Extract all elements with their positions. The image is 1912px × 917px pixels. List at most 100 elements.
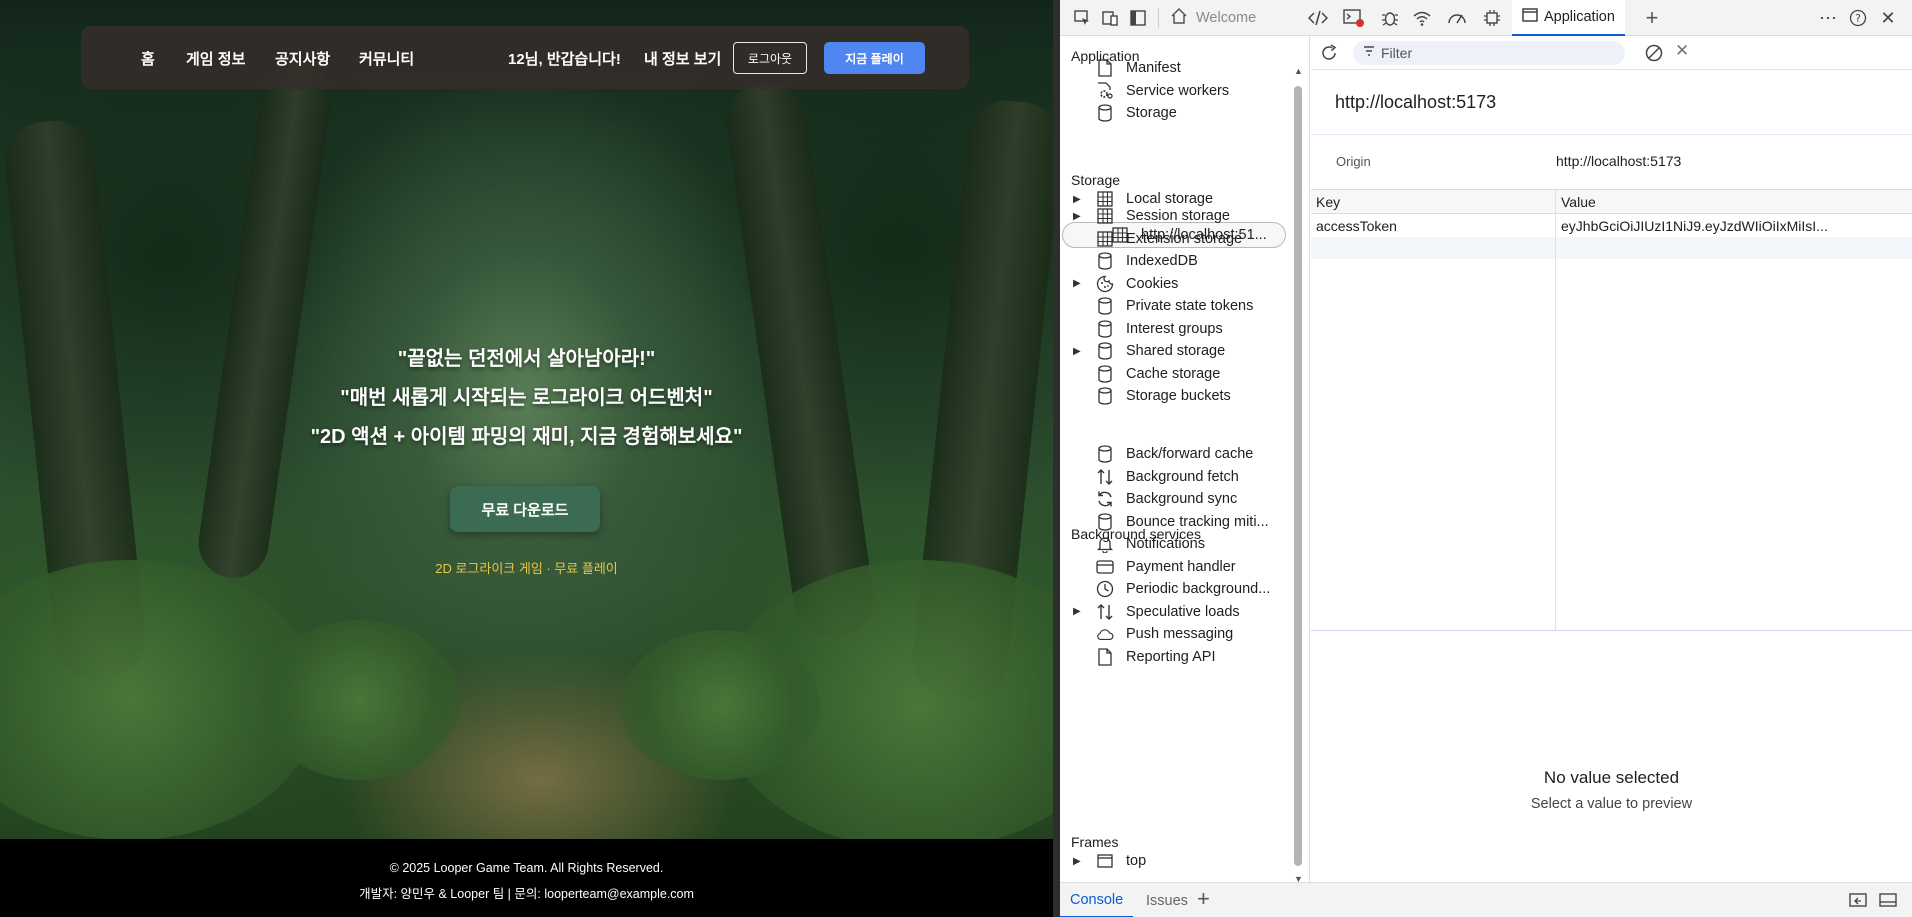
filter-icon (1363, 44, 1375, 62)
nav-community-link[interactable]: 커뮤니티 (359, 48, 414, 69)
table-row[interactable]: accessToken eyJhbGciOiJIUzI1NiJ9.eyJzdWIi… (1311, 215, 1912, 237)
my-info-link[interactable]: 내 정보 보기 (644, 48, 721, 69)
updown-arrows-icon (1096, 603, 1114, 621)
help-icon[interactable]: ? (1846, 6, 1870, 30)
console-error-icon[interactable] (1342, 6, 1366, 30)
database-icon (1096, 512, 1114, 531)
column-header-key[interactable]: Key (1316, 190, 1340, 214)
logout-button[interactable]: 로그아웃 (733, 42, 807, 74)
origin-value: http://localhost:5173 (1556, 153, 1682, 169)
hero-line-2: "매번 새롭게 시작되는 로그라이크 어드벤처" (340, 387, 713, 409)
filter-placeholder: Filter (1381, 45, 1413, 61)
sidebar-item-frame-top[interactable]: ▶ top (1060, 848, 1290, 874)
bug-icon[interactable] (1378, 6, 1402, 30)
clear-all-icon[interactable] (1644, 43, 1664, 68)
svg-text:?: ? (1855, 12, 1861, 25)
panel-splitter[interactable] (1053, 0, 1060, 917)
toggle-drawer-icon[interactable] (1878, 891, 1898, 914)
sidebar-item-label: Shared storage (1126, 343, 1226, 359)
database-icon (1096, 387, 1114, 405)
refresh-icon[interactable] (1319, 43, 1339, 68)
storage-main-pane: Filter ✕ http://localhost:5173 Origin ht… (1311, 36, 1912, 882)
sidebar-item-storage[interactable]: Storage (1060, 100, 1290, 126)
sidebar-item-label: Session storage (1126, 208, 1230, 224)
origin-title: http://localhost:5173 (1335, 92, 1497, 112)
key-value-table: Key Value accessToken eyJhbGciOiJIUzI1NiJ… (1311, 189, 1912, 631)
free-download-button[interactable]: 무료 다운로드 (450, 486, 600, 532)
table-header: Key Value (1311, 190, 1912, 214)
clock-icon (1096, 580, 1114, 598)
home-icon (1170, 7, 1188, 29)
expand-arrow-icon[interactable]: ▶ (1073, 211, 1083, 222)
tab-application[interactable]: Application (1512, 0, 1625, 36)
elements-code-icon[interactable] (1306, 6, 1330, 30)
sidebar-item-label: Reporting API (1126, 648, 1216, 665)
network-wifi-icon[interactable] (1410, 6, 1434, 30)
preview-title: No value selected (1543, 768, 1680, 787)
drawer-tab-issues[interactable]: Issues (1146, 883, 1188, 917)
footer-copyright: © 2025 Looper Game Team. All Rights Rese… (389, 861, 664, 875)
nav-home-link[interactable]: 홈 (141, 48, 155, 69)
tab-welcome[interactable]: Welcome (1170, 0, 1256, 36)
document-icon (1096, 59, 1114, 77)
expand-arrow-icon[interactable]: ▶ (1073, 606, 1083, 617)
inspect-element-icon[interactable] (1070, 6, 1094, 30)
window-icon (1096, 852, 1114, 870)
sidebar-item-label: IndexedDB (1126, 253, 1198, 269)
expand-arrow-icon[interactable]: ▶ (1073, 856, 1083, 867)
database-icon (1096, 364, 1114, 383)
sidebar-item-label: Back/forward cache (1126, 446, 1254, 462)
add-drawer-tab-icon[interactable]: + (1197, 886, 1210, 912)
updown-arrows-icon (1096, 468, 1114, 486)
hero-line-1: "끝없는 던전에서 살아남아라!" (397, 348, 656, 370)
table-cell-key[interactable]: accessToken (1316, 215, 1551, 237)
origin-label: Origin (1336, 154, 1371, 169)
sidebar-item-label: Speculative loads (1126, 603, 1240, 620)
column-header-value[interactable]: Value (1561, 190, 1596, 214)
play-now-button[interactable]: 지금 플레이 (824, 42, 925, 74)
add-tab-icon[interactable]: + (1640, 5, 1664, 30)
device-toolbar-icon[interactable] (1098, 6, 1122, 30)
database-icon (1096, 252, 1114, 270)
grid-icon (1096, 230, 1114, 248)
toggle-sidebar-icon[interactable] (1126, 6, 1150, 30)
delete-selected-icon[interactable]: ✕ (1675, 41, 1689, 61)
sidebar-item-label: Background fetch (1126, 468, 1239, 485)
scrollbar-thumb[interactable] (1294, 86, 1302, 866)
database-icon (1096, 319, 1114, 338)
close-devtools-icon[interactable]: ✕ (1876, 6, 1900, 30)
scroll-down-icon[interactable]: ▼ (1294, 874, 1303, 882)
devtools-panel: Welcome Application + ⋯ ? ✕ Application … (1060, 0, 1912, 917)
nav-game-info-link[interactable]: 게임 정보 (186, 48, 245, 69)
hero-tagline: 2D 로그라이크 게임 · 무료 플레이 (435, 561, 618, 576)
document-icon (1096, 647, 1114, 666)
cookie-icon (1096, 275, 1114, 293)
sidebar-scrollbar[interactable]: ▲ ▼ (1292, 66, 1304, 882)
sidebar-item-label: Extension storage (1126, 230, 1243, 247)
sidebar-item-label: Payment handler (1126, 558, 1236, 575)
filter-input[interactable]: Filter (1353, 41, 1625, 65)
performance-gauge-icon[interactable] (1445, 6, 1469, 30)
cloud-icon (1096, 625, 1114, 643)
sidebar-item-reporting-api[interactable]: Reporting API (1060, 644, 1290, 670)
grid-icon (1096, 207, 1114, 225)
sidebar-item-label: Cache storage (1126, 365, 1221, 382)
scroll-up-icon[interactable]: ▲ (1294, 66, 1303, 76)
expand-arrow-icon[interactable]: ▶ (1073, 346, 1083, 357)
sidebar-item-label: Periodic background... (1126, 581, 1271, 597)
memory-chip-icon[interactable] (1480, 6, 1504, 30)
hero-line-3: "2D 액션 + 아이템 파밍의 재미, 지금 경험해보세요" (310, 426, 743, 448)
site-footer: © 2025 Looper Game Team. All Rights Rese… (0, 839, 1053, 917)
sidebar-item-label: Service workers (1126, 82, 1230, 99)
database-icon (1096, 297, 1114, 315)
table-cell-value[interactable]: eyJhbGciOiJIUzI1NiJ9.eyJzdWIiOiIxMiIsI..… (1561, 215, 1907, 237)
sidebar-item-storage-buckets[interactable]: Storage buckets (1060, 383, 1290, 409)
expand-arrow-icon[interactable]: ▶ (1073, 278, 1083, 289)
dock-drawer-icon[interactable] (1848, 891, 1868, 914)
more-options-icon[interactable]: ⋯ (1816, 6, 1840, 30)
site-navbar: 홈 게임 정보 공지사항 커뮤니티 12님, 반갑습니다! 내 정보 보기 로그… (81, 26, 969, 89)
drawer-tab-console[interactable]: Console (1060, 883, 1134, 917)
footer-contact: 개발자: 양민우 & Looper 팀 | 문의: looperteam@exa… (359, 887, 694, 901)
nav-notice-link[interactable]: 공지사항 (275, 48, 330, 69)
table-row-empty[interactable] (1311, 237, 1912, 259)
